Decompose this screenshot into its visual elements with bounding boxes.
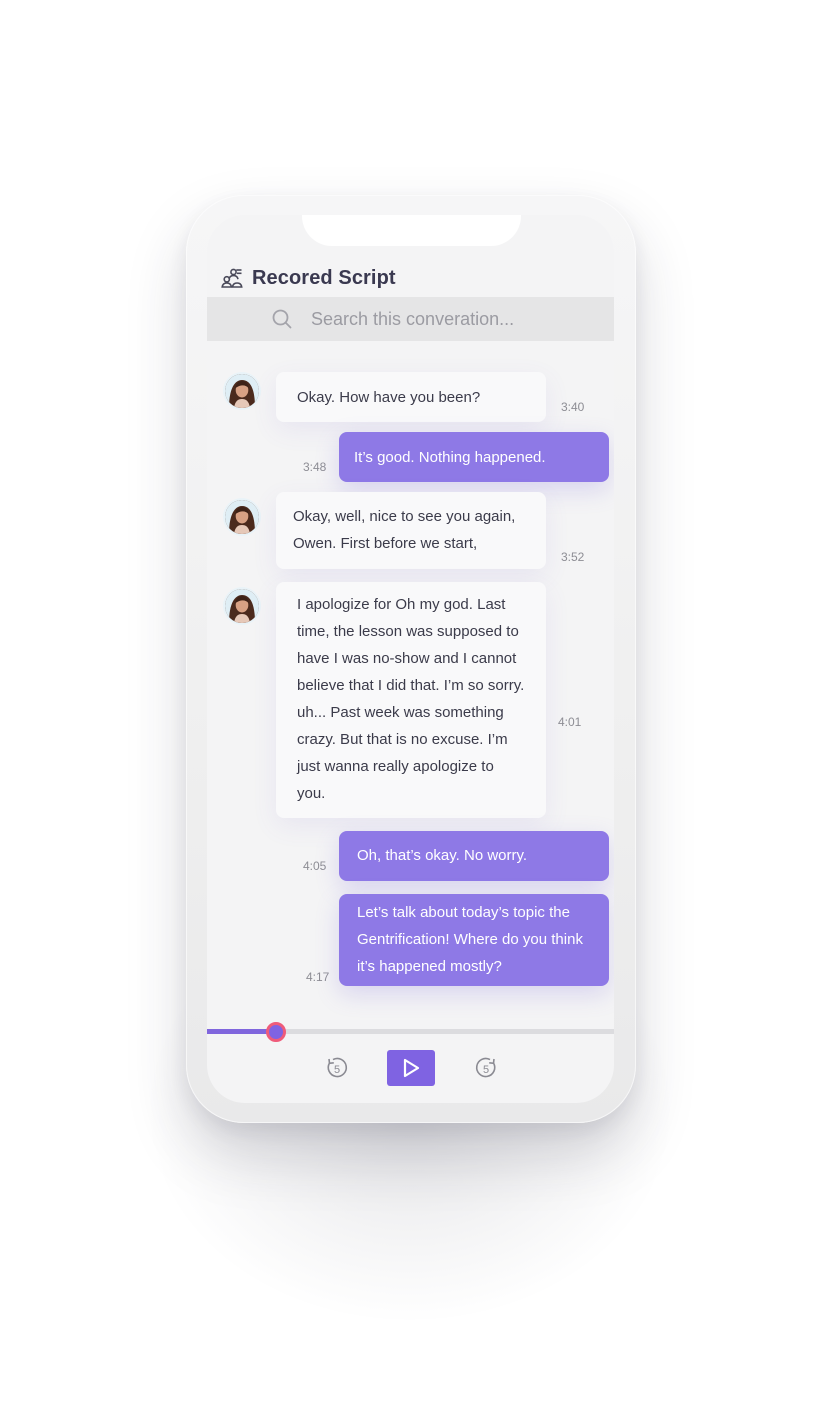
rewind-5-icon: 5 — [327, 1057, 348, 1078]
progress-thumb[interactable] — [266, 1022, 286, 1042]
chat-transcript: Okay. How have you been? 3:40 3:48 It’s … — [207, 360, 614, 1020]
play-icon — [403, 1058, 420, 1078]
incoming-message: Okay. How have you been? — [276, 372, 546, 422]
play-button[interactable] — [387, 1050, 435, 1086]
avatar — [225, 500, 259, 534]
phone-screen: Recored Script Search this converation..… — [207, 215, 614, 1103]
people-list-icon — [221, 267, 243, 289]
phone-frame: Recored Script Search this converation..… — [186, 195, 636, 1123]
page-title: Recored Script — [252, 266, 396, 289]
phone-notch — [302, 215, 521, 246]
outgoing-message: It’s good. Nothing happened. — [339, 432, 609, 482]
forward-5-icon: 5 — [475, 1057, 496, 1078]
search-bar — [207, 297, 614, 341]
outgoing-message: Let’s talk about today’s topic the Gentr… — [339, 894, 609, 986]
incoming-message: Okay, well, nice to see you again, Owen.… — [276, 492, 546, 569]
forward-seconds-label: 5 — [483, 1064, 489, 1076]
message-timestamp: 4:01 — [558, 715, 582, 729]
message-timestamp: 3:52 — [561, 550, 585, 564]
stage: Recored Script Search this converation..… — [0, 0, 813, 1407]
message-timestamp: 3:40 — [561, 400, 585, 414]
search-icon — [271, 308, 293, 330]
forward-button[interactable]: 5 — [468, 1050, 504, 1086]
incoming-message: I apologize for Oh my god. Last time, th… — [276, 582, 546, 818]
header: Recored Script — [221, 265, 396, 291]
playback-controls: 5 5 — [207, 1050, 614, 1086]
avatar — [225, 589, 259, 623]
message-timestamp: 4:17 — [306, 970, 330, 984]
avatar — [225, 374, 259, 408]
message-timestamp: 4:05 — [303, 859, 327, 873]
search-input[interactable] — [311, 304, 601, 334]
message-timestamp: 3:48 — [303, 460, 327, 474]
rewind-seconds-label: 5 — [334, 1064, 340, 1076]
outgoing-message: Oh, that’s okay. No worry. — [339, 831, 609, 881]
rewind-button[interactable]: 5 — [319, 1050, 355, 1086]
